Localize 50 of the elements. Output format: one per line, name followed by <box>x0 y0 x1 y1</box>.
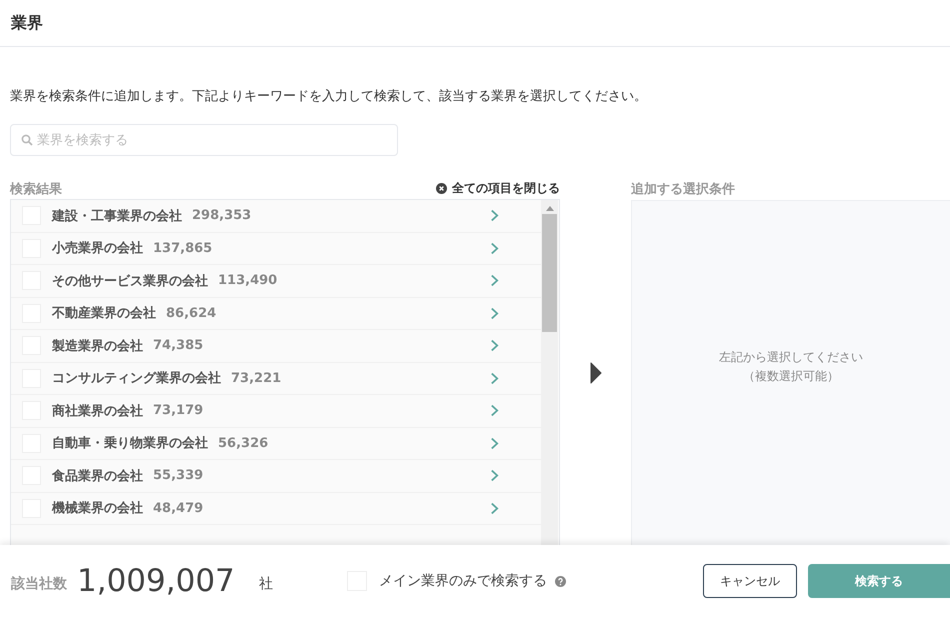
company-count: 56,326 <box>218 436 268 451</box>
company-count: 73,179 <box>153 403 204 418</box>
industry-name[interactable]: 不動産業界の会社 <box>52 304 156 322</box>
industry-name[interactable]: その他サービス業界の会社 <box>52 272 208 290</box>
right-triangle-icon <box>590 362 602 384</box>
description-text: 業界を検索条件に追加します。下記よりキーワードを入力して検索して、該当する業界を選択してください。 <box>10 88 648 105</box>
industry-name[interactable]: 食品業界の会社 <box>52 466 143 485</box>
chevron-right-icon[interactable] <box>490 242 499 255</box>
industry-name[interactable]: 機械業界の会社 <box>52 499 143 518</box>
chevron-right-icon[interactable] <box>490 469 499 482</box>
cancel-button[interactable]: キャンセル <box>703 564 797 598</box>
industry-name[interactable]: 自動車・乗り物業界の会社 <box>52 434 208 452</box>
dialog-title: 業界 <box>11 12 43 34</box>
scroll-up-icon[interactable] <box>546 206 554 211</box>
count-unit: 社 <box>258 575 273 593</box>
chevron-right-icon[interactable] <box>490 372 499 385</box>
industry-name[interactable]: 商社業界の会社 <box>52 402 143 420</box>
scrollbar[interactable] <box>541 200 558 545</box>
empty-hint-text: （複数選択可能） <box>743 368 839 385</box>
company-count: 137,865 <box>153 240 212 256</box>
company-count: 298,353 <box>192 208 252 224</box>
chevron-right-icon[interactable] <box>490 436 499 450</box>
close-icon <box>436 183 447 194</box>
company-count: 74,385 <box>153 338 204 354</box>
collapse-all-button[interactable]: 全ての項目を閉じる <box>436 180 560 197</box>
company-count: 48,479 <box>153 500 204 516</box>
industry-name[interactable]: コンサルティング業界の会社 <box>52 369 221 388</box>
chevron-right-icon[interactable] <box>490 339 499 352</box>
chevron-right-icon[interactable] <box>490 306 499 320</box>
company-count: 86,624 <box>166 306 216 321</box>
main-only-label[interactable]: メイン業界のみで検索する <box>378 572 547 590</box>
help-icon[interactable] <box>554 576 566 586</box>
search-icon <box>21 134 33 146</box>
chevron-right-icon[interactable] <box>490 502 499 515</box>
company-count: 113,490 <box>218 273 278 288</box>
selected-heading: 追加する選択条件 <box>631 181 736 198</box>
total-count: 1,009,007 <box>77 563 235 599</box>
count-label: 該当社数 <box>11 574 67 593</box>
search-field[interactable]: 業界を検索する <box>10 124 398 156</box>
company-count: 55,339 <box>153 468 204 484</box>
company-count: 73,221 <box>231 370 282 386</box>
empty-hint-text: 左記から選択してください <box>719 349 863 366</box>
chevron-right-icon[interactable] <box>490 274 499 288</box>
chevron-right-icon[interactable] <box>490 404 499 418</box>
industry-name[interactable]: 小売業界の会社 <box>52 239 143 258</box>
industry-name[interactable]: 建設・工事業界の会社 <box>52 206 182 225</box>
industry-name[interactable]: 製造業界の会社 <box>52 336 143 355</box>
chevron-right-icon[interactable] <box>490 209 499 222</box>
results-heading: 検索結果 <box>10 180 62 198</box>
scrollbar-thumb[interactable] <box>542 214 557 332</box>
